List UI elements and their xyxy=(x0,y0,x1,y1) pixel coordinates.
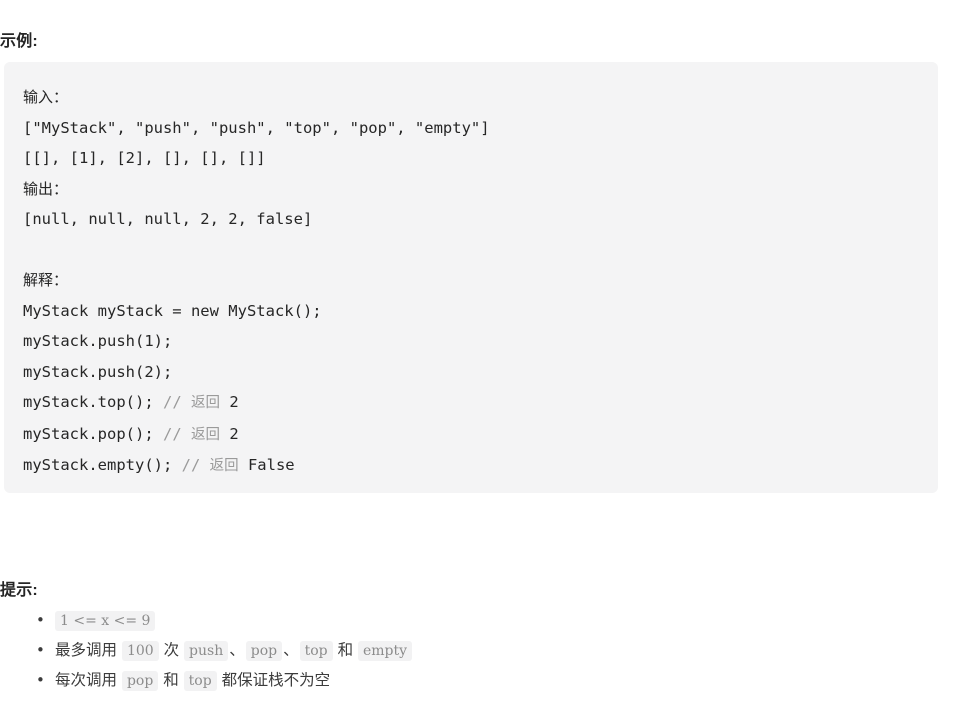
code-statement: myStack.top(); xyxy=(23,393,163,411)
code-line: 解释： xyxy=(23,271,69,289)
inline-code: empty xyxy=(358,641,413,661)
code-line: ["MyStack", "push", "push", "top", "pop"… xyxy=(23,118,490,137)
list-item: • 1 <= x <= 9 xyxy=(0,606,940,636)
comment-marker: // xyxy=(162,393,191,411)
code-statement: myStack.pop(); xyxy=(23,424,163,443)
hint-text: 每次调用 xyxy=(55,671,122,689)
hint-text: 都保证栈不为空 xyxy=(216,671,331,689)
hint-text: 和 xyxy=(158,671,184,689)
list-item: • 每次调用 pop 和 top 都保证栈不为空 xyxy=(0,666,940,696)
list-bullet-icon: • xyxy=(36,611,45,629)
list-bullet-icon: • xyxy=(36,671,45,689)
comment-note: 返回 xyxy=(190,426,220,443)
hints-list: • 1 <= x <= 9 • 最多调用 100 次 push、 pop、 top 和 e… xyxy=(0,606,940,696)
comment-note: 返回 xyxy=(190,395,220,411)
code-line: myStack.empty(); // 返回 False xyxy=(23,450,938,482)
example-code-block: 输入： ["MyStack", "push", "push", "top", "p… xyxy=(4,62,938,493)
hint-text: 最多调用 xyxy=(55,641,122,659)
list-bullet-icon: • xyxy=(36,641,45,659)
code-line: 输入： xyxy=(23,88,69,106)
comment-value: 2 xyxy=(219,393,239,411)
list-item: • 最多调用 100 次 push、 pop、 top 和 empty xyxy=(0,636,940,666)
code-line: myStack.pop(); // 返回 2 xyxy=(23,419,938,451)
code-lines-container: 输入： ["MyStack", "push", "push", "top", "p… xyxy=(23,82,938,482)
comment-marker: // xyxy=(181,456,210,474)
hint-text: 和 xyxy=(332,641,358,659)
code-line: myStack.push(1); xyxy=(23,332,173,350)
comment-value: False xyxy=(238,456,295,474)
inline-code: 100 xyxy=(121,641,159,661)
inline-code: 1 <= x <= 9 xyxy=(55,611,156,631)
comment-marker: // xyxy=(162,424,191,443)
inline-code: push xyxy=(184,641,229,661)
hints-section-heading: 提示: xyxy=(0,582,38,599)
code-line: MyStack myStack = new MyStack(); xyxy=(23,301,322,320)
comment-value: 2 xyxy=(219,424,239,443)
enumeration-separator: 、 xyxy=(283,641,299,659)
code-line: myStack.top(); // 返回 2 xyxy=(23,387,938,419)
code-line: [null, null, null, 2, 2, false] xyxy=(23,210,313,228)
code-statement: myStack.empty(); xyxy=(23,456,182,474)
example-section-heading: 示例: xyxy=(0,33,38,50)
comment-note: 返回 xyxy=(209,458,239,474)
inline-code: pop xyxy=(121,671,159,691)
inline-code: pop xyxy=(245,641,283,661)
code-line: 输出： xyxy=(23,179,69,198)
code-line: [[], [1], [2], [], [], []] xyxy=(23,149,266,167)
hint-text: 次 xyxy=(158,641,185,659)
enumeration-separator: 、 xyxy=(229,641,245,659)
problem-description-page: 示例: 输入： ["MyStack", "push", "push", "top"… xyxy=(0,0,958,709)
code-line: myStack.push(2); xyxy=(23,362,173,381)
inline-code: top xyxy=(299,641,333,661)
inline-code: top xyxy=(183,671,217,691)
